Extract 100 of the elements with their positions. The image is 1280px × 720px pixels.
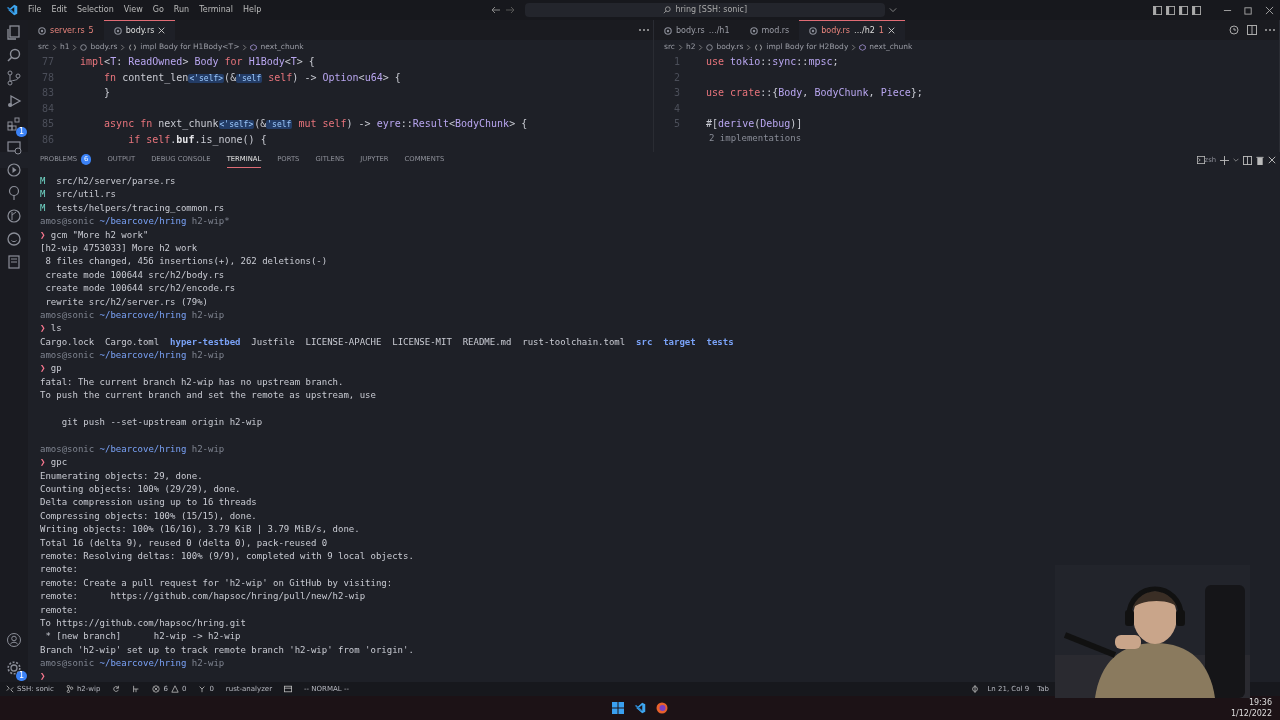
back-icon <box>491 5 502 15</box>
chevron-right-icon <box>851 43 857 51</box>
terminal-line: ❯ gcm "More h2 work" <box>40 229 149 240</box>
run-debug-icon[interactable] <box>6 93 22 109</box>
sync-icon[interactable] <box>112 685 121 693</box>
terminal-line: Enumerating objects: 29, done. <box>40 470 203 481</box>
terminal-line: ❯ gpc <box>40 457 68 468</box>
cube-icon <box>859 43 867 51</box>
cube-icon <box>250 43 258 51</box>
menu-item[interactable]: Run <box>173 4 190 16</box>
terminal-line: M src/util.rs <box>40 189 116 200</box>
menu-item[interactable]: Go <box>152 4 164 16</box>
terminal-line: remote: Create a pull request for 'h2-wip' on GitHub by visiting: <box>40 577 393 588</box>
editor-tab[interactable]: body.rs …/h2 1 <box>799 20 905 40</box>
more-icon <box>1265 28 1275 32</box>
menu-item[interactable]: Edit <box>51 4 67 16</box>
taskbar-clock[interactable]: 19:36 1/12/2022 <box>1230 697 1272 719</box>
close-icon <box>1268 156 1276 164</box>
play-circle-icon[interactable] <box>6 162 22 178</box>
terminal-line: Total 16 (delta 9), reused 0 (delta 0), pack-reused 0 <box>40 537 328 548</box>
menu-item[interactable]: Help <box>243 4 262 16</box>
close-icon[interactable] <box>887 27 895 34</box>
commit-icon <box>971 685 980 693</box>
terminal-line: M tests/helpers/tracing_common.rs <box>40 202 225 213</box>
close-icon[interactable] <box>158 27 166 34</box>
code-line: async fn next_chunk<'self>(&'self mut self) -> eyre::Result<BodyChunk> { <box>103 117 528 132</box>
terminal-line: fatal: The current branch h2-wip has no upstream branch. <box>40 376 344 387</box>
code-line: if self.buf.is_none() { <box>127 132 267 147</box>
close-icon <box>1265 5 1274 15</box>
window-icon[interactable] <box>284 685 293 693</box>
terminal-line: To push the current branch and set the remote as upstream, use <box>40 390 376 401</box>
code-line: impl<T: ReadOwned> Body for H1Body<T> { <box>80 55 315 70</box>
branch-icon[interactable] <box>6 70 22 86</box>
braces-icon <box>754 43 764 51</box>
editor-tab[interactable]: body.rs <box>103 20 176 40</box>
braces-icon <box>128 43 138 51</box>
windows-start-icon[interactable] <box>612 702 624 714</box>
menu-item[interactable]: File <box>28 4 42 16</box>
layout-grid-icon <box>1192 5 1201 15</box>
terminal-line: [h2-wip 4753033] More h2 work <box>40 242 198 253</box>
terminal-line: remote: <box>40 604 78 615</box>
layout-sidebar-icon <box>1153 5 1162 15</box>
terminal-line: Branch 'h2-wip' set up to track remote branch 'h2-wip' from 'origin'. <box>40 644 414 655</box>
antenna-icon <box>198 685 207 693</box>
notification-badge: 1 <box>15 671 27 681</box>
chevron-right-icon <box>242 43 248 51</box>
terminal-line: amos@sonic ~/bearcove/hring h2-wip <box>40 658 225 669</box>
account-icon[interactable] <box>6 632 22 648</box>
terminal-line: amos@sonic ~/bearcove/hring h2-wip <box>40 350 225 361</box>
monitor-icon[interactable] <box>6 139 22 155</box>
firefox-taskbar-icon[interactable] <box>656 702 668 714</box>
terminal-line: * [new branch] h2-wip -> h2-wip <box>44 631 241 642</box>
terminal-line: ❯ ls <box>40 323 62 334</box>
chevron-right-icon <box>698 43 704 51</box>
terminal-line: Writing objects: 100% (16/16), 3.79 KiB | 3.79 MiB/s, done. <box>40 524 360 535</box>
terminal-line: remote: <box>40 564 78 575</box>
layout-sidebar-right-icon <box>1179 5 1188 15</box>
notebook-icon[interactable] <box>6 254 22 270</box>
error-icon <box>152 685 161 693</box>
trash-icon <box>1256 155 1264 165</box>
history-icon <box>1229 25 1239 35</box>
menu-item[interactable]: Terminal <box>199 4 233 16</box>
terminal-line: Compressing objects: 100% (15/15), done. <box>40 510 257 521</box>
settings-icon[interactable] <box>6 660 22 676</box>
editor-tab[interactable]: body.rs …/h1 <box>654 20 740 40</box>
chevron-down-icon <box>889 6 898 14</box>
vscode-taskbar-icon[interactable] <box>634 702 646 714</box>
split-terminal-icon <box>1243 155 1252 165</box>
chevron-right-icon <box>51 43 57 51</box>
editor-tab[interactable]: mod.rs <box>739 20 800 40</box>
menu-item[interactable]: Selection <box>76 4 114 16</box>
restore-icon <box>1244 5 1253 15</box>
terminal-line: remote: https://github.com/hapsoc/hring/pull/new/h2-wip <box>40 591 366 602</box>
command-center[interactable]: hring [SSH: sonic] <box>525 3 886 17</box>
extensions-icon[interactable] <box>6 116 22 132</box>
terminal-line: 8 files changed, 456 insertions(+), 262 deletions(-) <box>44 256 328 267</box>
tree-icon[interactable] <box>6 185 22 201</box>
chevron-down-icon <box>1233 157 1239 163</box>
vscode-logo-icon <box>6 4 18 16</box>
chevron-right-icon <box>677 43 683 51</box>
layout-panel-icon <box>1166 5 1175 15</box>
menu-item[interactable]: View <box>123 4 143 16</box>
codelens-link[interactable]: 2 implementations <box>654 131 1279 146</box>
search-icon[interactable] <box>6 47 22 63</box>
editor-tab[interactable]: server.rs 5 <box>28 20 104 40</box>
warning-icon <box>170 685 179 693</box>
files-icon[interactable] <box>6 24 22 40</box>
code-line: } <box>103 86 111 101</box>
code-line: use tokio::sync::mpsc; <box>706 55 839 70</box>
terminal-line: M src/h2/server/parse.rs <box>40 176 176 186</box>
code-line: fn content_len<'self>(&'self self) -> Option<u64> { <box>103 70 401 85</box>
terminal-line: create mode 100644 src/h2/body.rs <box>44 269 225 280</box>
terminal-line: Counting objects: 100% (29/29), done. <box>40 484 241 494</box>
split-editor-icon <box>1247 25 1257 35</box>
search-icon <box>663 6 672 14</box>
add-icon <box>1220 155 1229 165</box>
terminal-line: git push --set-upstream origin h2-wip <box>60 417 263 428</box>
branch-icon <box>65 685 74 693</box>
terminal-line: ❯ gp <box>40 363 62 374</box>
terminal-line: create mode 100644 src/h2/encode.rs <box>44 283 236 294</box>
